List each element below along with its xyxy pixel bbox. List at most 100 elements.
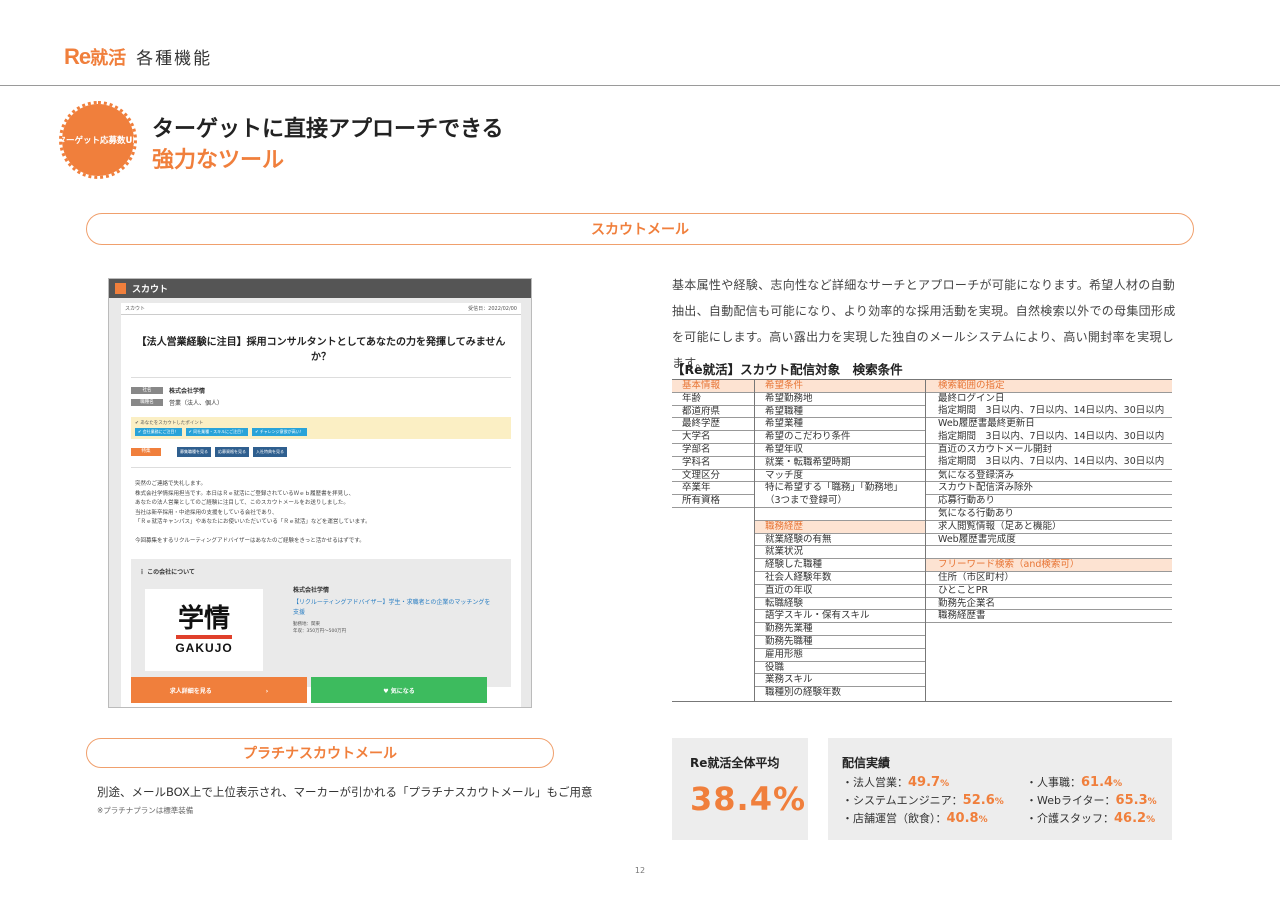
mock-about-heading: ｉ この会社について (139, 569, 195, 576)
table-cell: 気になる行動あり (926, 508, 1172, 521)
logo-shukatsu: 就活 (90, 48, 127, 69)
table-cell: 学科名 (672, 457, 754, 470)
table-cell: 最終ログイン日 指定期間 3日以内、7日以内、14日以内、30日以内 (926, 393, 1172, 419)
mock-divider (131, 377, 511, 378)
column-header-freeword: フリーワード検索（and検索可） (926, 559, 1172, 572)
gakujo-logo: 学情 GAKUJO (145, 589, 263, 671)
result-unit: % (940, 779, 950, 789)
platinum-description: 別途、メールBOX上で上位表示され、マーカーが引かれる「プラチナスカウトメール」… (97, 785, 593, 799)
table-cell: 文理区分 (672, 470, 754, 483)
mock-card-link: 【リクルーティングアドバイザー】学生・求職者との企業のマッチングを支援 (293, 599, 491, 616)
table-cell: 気になる登録済み (926, 470, 1172, 483)
header-divider (0, 85, 1280, 86)
result-value: 65.3 (1115, 793, 1148, 808)
mock-tag: ✔ 会社業務にご注目！ (135, 428, 182, 436)
table-cell: 希望業種 (755, 418, 925, 432)
mock-divider (131, 467, 511, 468)
search-conditions-table: 基本情報 年齢 都道府県 最終学歴 大学名 学部名 学科名 文理区分 卒業年 所… (672, 379, 1172, 702)
result-value: 61.4 (1081, 775, 1114, 790)
mock-point-title: ✔ あなたをスカウトしたポイント (135, 421, 204, 426)
result-value: 49.7 (908, 775, 941, 790)
table-cell: 求人閲覧情報（足あと機能） (926, 521, 1172, 534)
badge-label: ターゲット応募数UP (57, 136, 139, 146)
result-item: ・人事職：61.4% (1026, 774, 1122, 790)
table-cell: 転職経験 (755, 598, 925, 611)
column-header-range: 検索範囲の指定 (926, 380, 1172, 393)
platinum-note: ※プラチナプランは標準装備 (97, 806, 194, 815)
table-cell: 直近のスカウトメール開封 指定期間 3日以内、7日以内、14日以内、30日以内 (926, 444, 1172, 470)
table-cell: 雇用形態 (755, 649, 925, 662)
table-cell: Web履歴書完成度 (926, 534, 1172, 547)
mock-mail-title: 【法人営業経験に注目】採用コンサルタントとしてあなたの力を発揮してみませんか？ (136, 337, 506, 363)
table-cell: 希望勤務地 (755, 393, 925, 406)
table-cell-empty (926, 546, 1172, 560)
table-cell: 職種別の経験年数 (765, 687, 842, 699)
table-cell: 経験した職種 (755, 559, 925, 572)
result-item: ・Webライター：65.3% (1026, 792, 1157, 808)
result-unit: % (1147, 797, 1157, 807)
gakujo-logo-bar (176, 635, 232, 639)
mock-mail-text: 突然のご連絡で失礼します。 株式会社学情採用担当です。本日はＲｅ就活にご登録され… (135, 481, 371, 544)
result-item: ・システムエンジニア：52.6% (842, 792, 1004, 808)
result-value: 40.8 (946, 811, 979, 826)
table-bottom-rule (672, 701, 1172, 702)
average-value: 38.4% (690, 780, 807, 818)
table-cell-empty (755, 508, 925, 521)
section-title: 各種機能 (136, 49, 213, 69)
mock-job: 営業（法人、個人） (169, 400, 224, 407)
mock-company-info: 株式会社学情 【リクルーティングアドバイザー】学生・求職者との企業のマッチングを… (293, 585, 493, 634)
delivery-results-box: 配信実績 ・法人営業：49.7% ・人事職：61.4% ・システムエンジニア：5… (828, 738, 1172, 840)
table-cell: 業務スキル (755, 674, 925, 688)
result-unit: % (978, 815, 988, 825)
table-cell: 就業経験の有無 (755, 534, 925, 547)
table-cell: 就業・転職希望時期 (755, 457, 925, 470)
search-range-column: 検索範囲の指定 最終ログイン日 指定期間 3日以内、7日以内、14日以内、30日… (926, 380, 1172, 624)
re-shukatsu-logo: Re 就活 各種機能 (64, 44, 212, 70)
mock-nav-row: 特集 募集職種を見る 応募資格を見る 入社特典を見る (131, 447, 511, 457)
average-title: Re就活全体平均 (690, 756, 780, 770)
result-unit: % (994, 797, 1004, 807)
table-cell: 勤務先業種 (755, 623, 925, 636)
table-cell: 特に希望する「職務」「勤務地」 （3つまで登録可） (755, 482, 925, 508)
table-cell: 職務経歴書 (926, 610, 1172, 624)
table-cell: 応募行動あり (926, 495, 1172, 508)
scout-mail-screenshot: スカウト スカウト 受信日：2022/02/00 【法人営業経験に注目】採用コン… (108, 278, 532, 708)
table-cell: 希望のこだわり条件 (755, 431, 925, 444)
mock-card-company: 株式会社学情 (293, 587, 330, 594)
table-cell: 勤務先企業名 (926, 598, 1172, 611)
result-label: ・店舗運営（飲食）： (842, 812, 947, 825)
basic-info-column: 基本情報 年齢 都道府県 最終学歴 大学名 学部名 学科名 文理区分 卒業年 所… (672, 380, 754, 508)
headline-line1: ターゲットに直接アプローチできる (152, 117, 504, 142)
table-cell: 年齢 (672, 393, 754, 406)
result-label: ・法人営業： (842, 776, 908, 789)
table-cell: スカウト配信済み除外 (926, 482, 1172, 496)
mock-nav-button: 募集職種を見る (177, 447, 211, 457)
results-title: 配信実績 (842, 756, 891, 770)
mock-header-left: スカウト (125, 306, 146, 312)
table-cell: Web履歴書最終更新日 指定期間 3日以内、7日以内、14日以内、30日以内 (926, 418, 1172, 444)
table-cell: 希望職種 (755, 406, 925, 419)
platinum-scout-heading: プラチナスカウトメール (86, 738, 554, 768)
mock-job-row: 職種名 営業（法人、個人） (131, 398, 511, 407)
mock-card-salary: 年収：350万円〜500万円 (293, 629, 347, 634)
favorite-button: ♥ 気になる (311, 677, 487, 703)
gakujo-logo-en: GAKUJO (175, 641, 233, 655)
mock-bar-title: スカウト (132, 285, 169, 295)
result-item: ・介護スタッフ：46.2% (1026, 810, 1155, 826)
mock-card-location: 勤務地：関東 (293, 622, 320, 627)
target-badge: ターゲット応募数UP (57, 101, 139, 179)
result-label: ・介護スタッフ： (1026, 812, 1114, 825)
table-cell: 語学スキル・保有スキル (755, 610, 925, 624)
logo-re: Re (64, 44, 91, 69)
table-cell: 希望年収 (755, 444, 925, 457)
mail-icon (115, 283, 126, 294)
table-cell: 学部名 (672, 444, 754, 457)
table-cell: 所有資格 (672, 495, 754, 508)
mock-company-card: ｉ この会社について 学情 GAKUJO 株式会社学情 【リクルーティングアドバ… (131, 559, 511, 687)
table-cell: 都道府県 (672, 406, 754, 419)
column-header-career: 職務経歴 (755, 520, 925, 534)
table-cell: 卒業年 (672, 482, 754, 496)
result-item: ・店舗運営（飲食）：40.8% (842, 810, 988, 826)
mock-nav-button: 入社特典を見る (253, 447, 287, 457)
mock-tag: ✔ 同社業種・スキルにご注目！ (185, 428, 249, 436)
